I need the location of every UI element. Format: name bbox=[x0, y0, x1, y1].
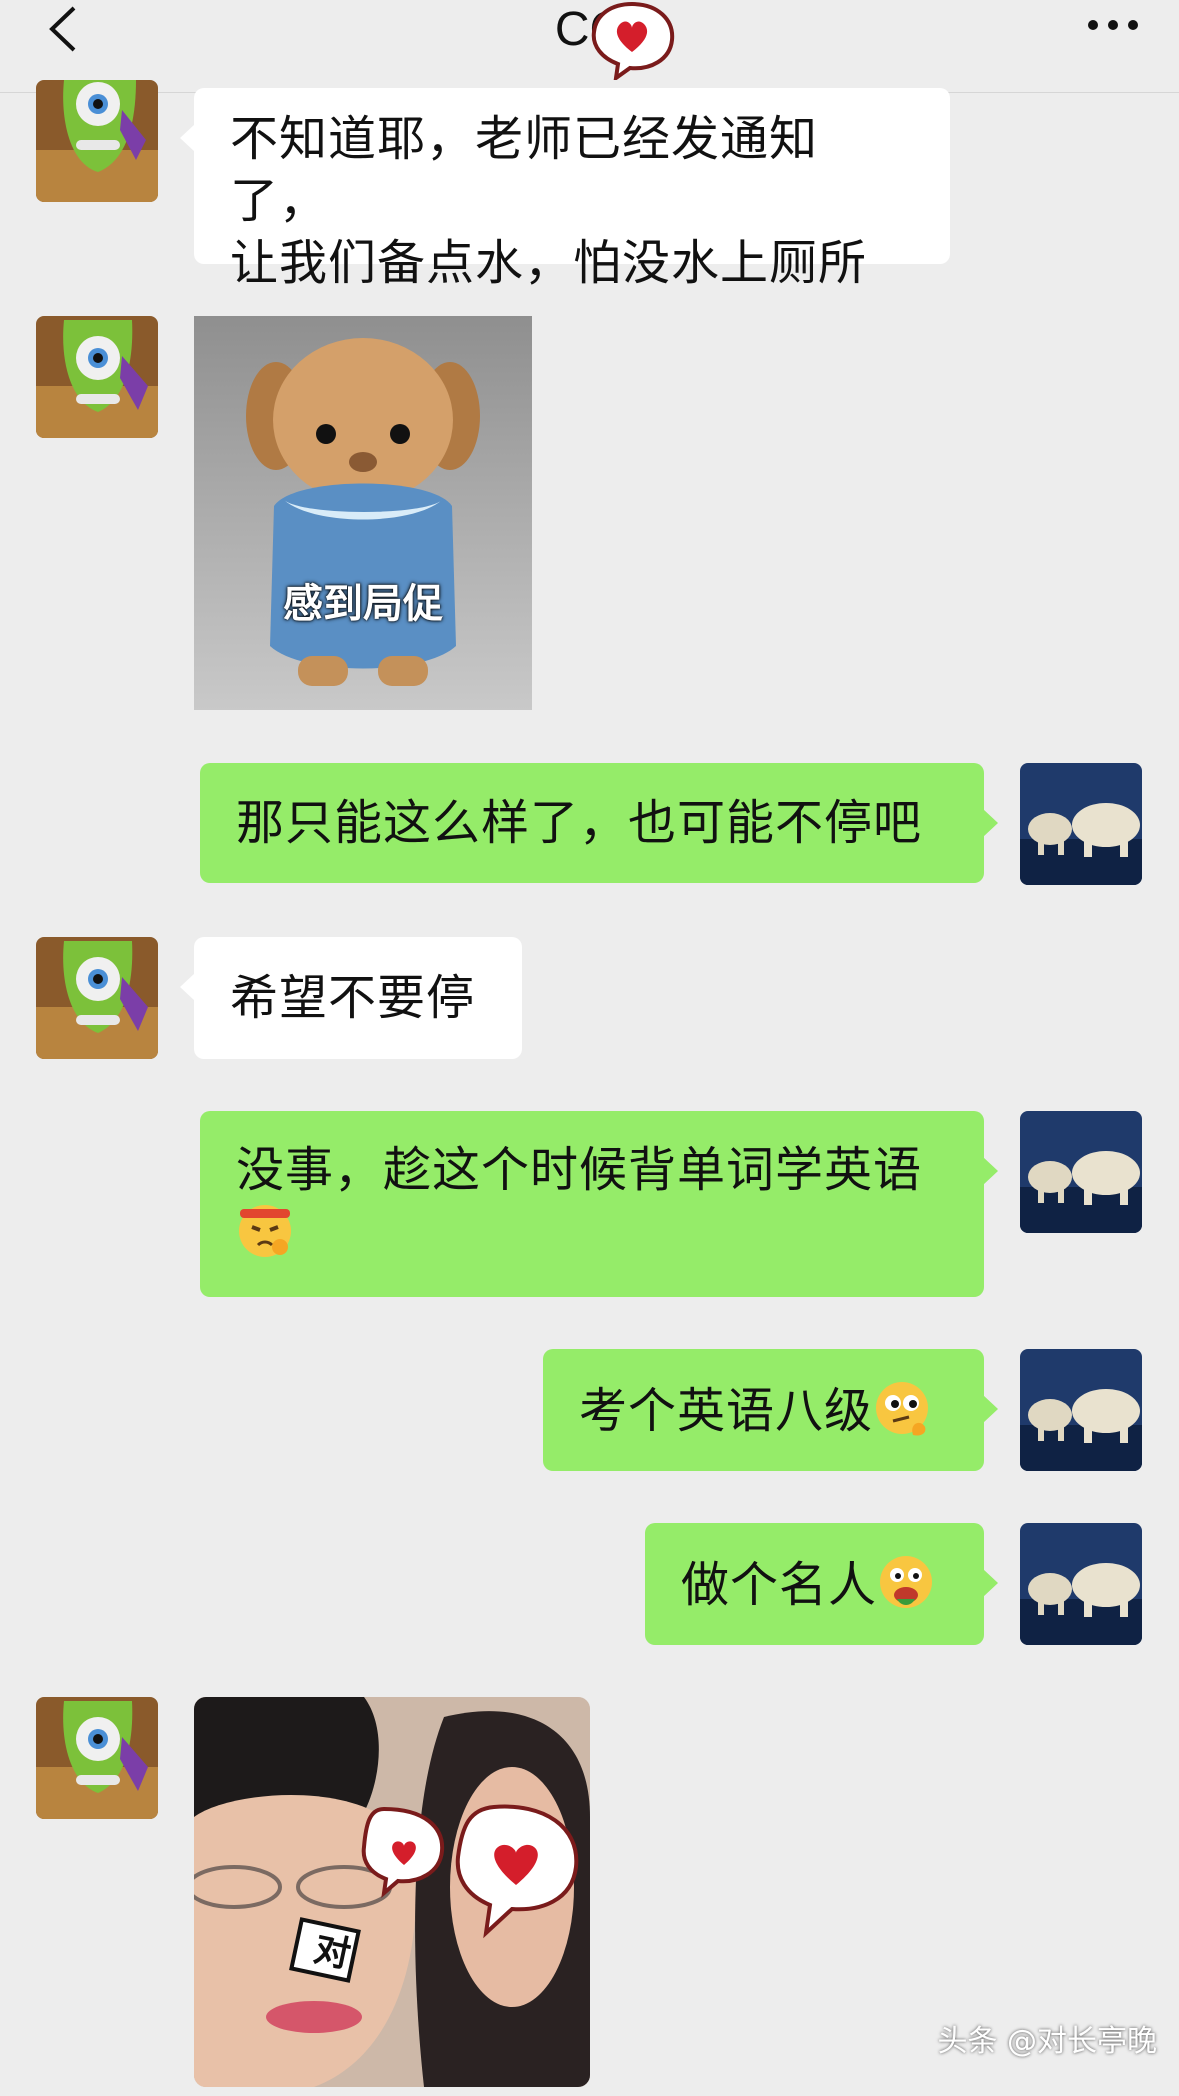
message-bubble-outgoing[interactable]: 做个名人 bbox=[645, 1523, 998, 1645]
contact-avatar[interactable] bbox=[36, 80, 158, 202]
determined-face-emoji bbox=[239, 1205, 291, 1257]
watermark-text: 头条 @对长亭晚 bbox=[937, 2024, 1157, 2059]
message-bubble-outgoing[interactable]: 那只能这么样了，也可能不停吧 bbox=[200, 763, 998, 883]
message-bubble-outgoing[interactable]: 没事，趁这个时候背单词学英语 bbox=[200, 1111, 998, 1297]
message-bubble-outgoing[interactable]: 考个英语八级 bbox=[543, 1349, 998, 1471]
more-dots-icon[interactable] bbox=[1083, 10, 1143, 40]
thinking-face-emoji bbox=[876, 1382, 929, 1436]
sticker-caption: 感到局促 bbox=[283, 581, 443, 627]
sticker-image[interactable]: 感到局促 bbox=[194, 316, 532, 710]
contact-avatar[interactable] bbox=[36, 1697, 158, 1819]
user-avatar[interactable] bbox=[1020, 763, 1142, 885]
message-text-line: 考个英语八级 bbox=[579, 1383, 874, 1439]
chat-header: CC bbox=[0, 0, 1179, 93]
message-text-line: 让我们备点水，怕没水上厕所 bbox=[230, 235, 868, 291]
message-bubble-incoming[interactable]: 不知道耶，老师已经发通知了， 让我们备点水，怕没水上厕所 bbox=[180, 88, 950, 291]
message-text-line: 那只能这么样了，也可能不停吧 bbox=[236, 795, 923, 851]
contact-avatar[interactable] bbox=[36, 937, 158, 1059]
message-text-line: 做个名人 bbox=[681, 1557, 878, 1613]
message-bubble-incoming[interactable]: 希望不要停 bbox=[180, 937, 522, 1059]
selfie-photo-icon bbox=[194, 1697, 590, 2087]
user-avatar[interactable] bbox=[1020, 1111, 1142, 1233]
eating-face-emoji bbox=[880, 1556, 933, 1608]
photo-sticker-text: 对 bbox=[310, 1928, 355, 1977]
message-text-line: 希望不要停 bbox=[230, 970, 476, 1026]
user-avatar[interactable] bbox=[1020, 1349, 1142, 1471]
watermark-overlay: 头条 @对长亭晚 bbox=[937, 2016, 1157, 2060]
photo-message[interactable]: 对 头条 @对长亭晚 bbox=[194, 1697, 590, 2087]
message-text-line: 没事，趁这个时候背单词学英语 bbox=[236, 1142, 923, 1198]
user-avatar[interactable] bbox=[1020, 1523, 1142, 1645]
message-text-line: 不知道耶，老师已经发通知了， bbox=[230, 111, 819, 229]
teddy-bear-sticker-icon bbox=[194, 316, 532, 710]
contact-avatar[interactable] bbox=[36, 316, 158, 438]
heart-speech-bubble-icon bbox=[591, 1, 675, 80]
